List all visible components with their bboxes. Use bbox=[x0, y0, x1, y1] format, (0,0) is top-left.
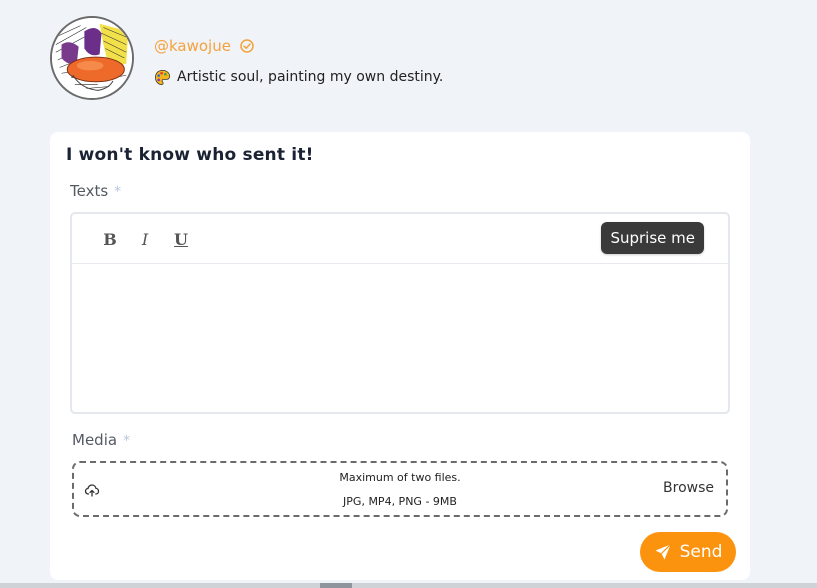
suprise-me-button[interactable]: Suprise me bbox=[601, 222, 704, 254]
username[interactable]: @kawojue bbox=[154, 37, 231, 55]
bio-row: Artistic soul, painting my own destiny. bbox=[154, 67, 443, 87]
underline-button[interactable]: U bbox=[170, 228, 192, 250]
texts-label: Texts * bbox=[70, 182, 121, 200]
card-title: I won't know who sent it! bbox=[66, 145, 314, 165]
media-dropzone[interactable]: Maximum of two files. JPG, MP4, PNG - 9M… bbox=[72, 461, 728, 517]
dropzone-formats-text: JPG, MP4, PNG - 9MB bbox=[343, 495, 457, 508]
text-editor: B I U Suprise me bbox=[70, 212, 730, 414]
avatar[interactable] bbox=[50, 16, 134, 100]
avatar-artwork bbox=[52, 18, 132, 98]
verified-check-icon bbox=[240, 39, 254, 53]
editor-toolbar: B I U Suprise me bbox=[72, 214, 728, 264]
required-marker: * bbox=[114, 184, 122, 200]
message-textarea[interactable] bbox=[72, 264, 728, 412]
send-label: Send bbox=[679, 542, 723, 562]
bio-text: Artistic soul, painting my own destiny. bbox=[177, 69, 444, 85]
media-label-text: Media bbox=[72, 431, 118, 449]
bold-button[interactable]: B bbox=[99, 228, 121, 250]
scrollbar-thumb[interactable] bbox=[320, 583, 352, 588]
send-button[interactable]: Send bbox=[640, 532, 736, 572]
dropzone-limit-text: Maximum of two files. bbox=[339, 471, 461, 484]
palette-emoji bbox=[155, 69, 170, 85]
italic-button[interactable]: I bbox=[134, 228, 156, 250]
media-label: Media * bbox=[72, 431, 130, 449]
send-icon bbox=[655, 544, 671, 560]
message-card: I won't know who sent it! Texts * B I U S… bbox=[50, 132, 750, 580]
required-marker: * bbox=[123, 433, 131, 449]
browse-button[interactable]: Browse bbox=[663, 480, 714, 496]
username-row: @kawojue bbox=[154, 36, 255, 56]
horizontal-scrollbar[interactable] bbox=[0, 583, 817, 588]
texts-label-text: Texts bbox=[70, 182, 109, 200]
